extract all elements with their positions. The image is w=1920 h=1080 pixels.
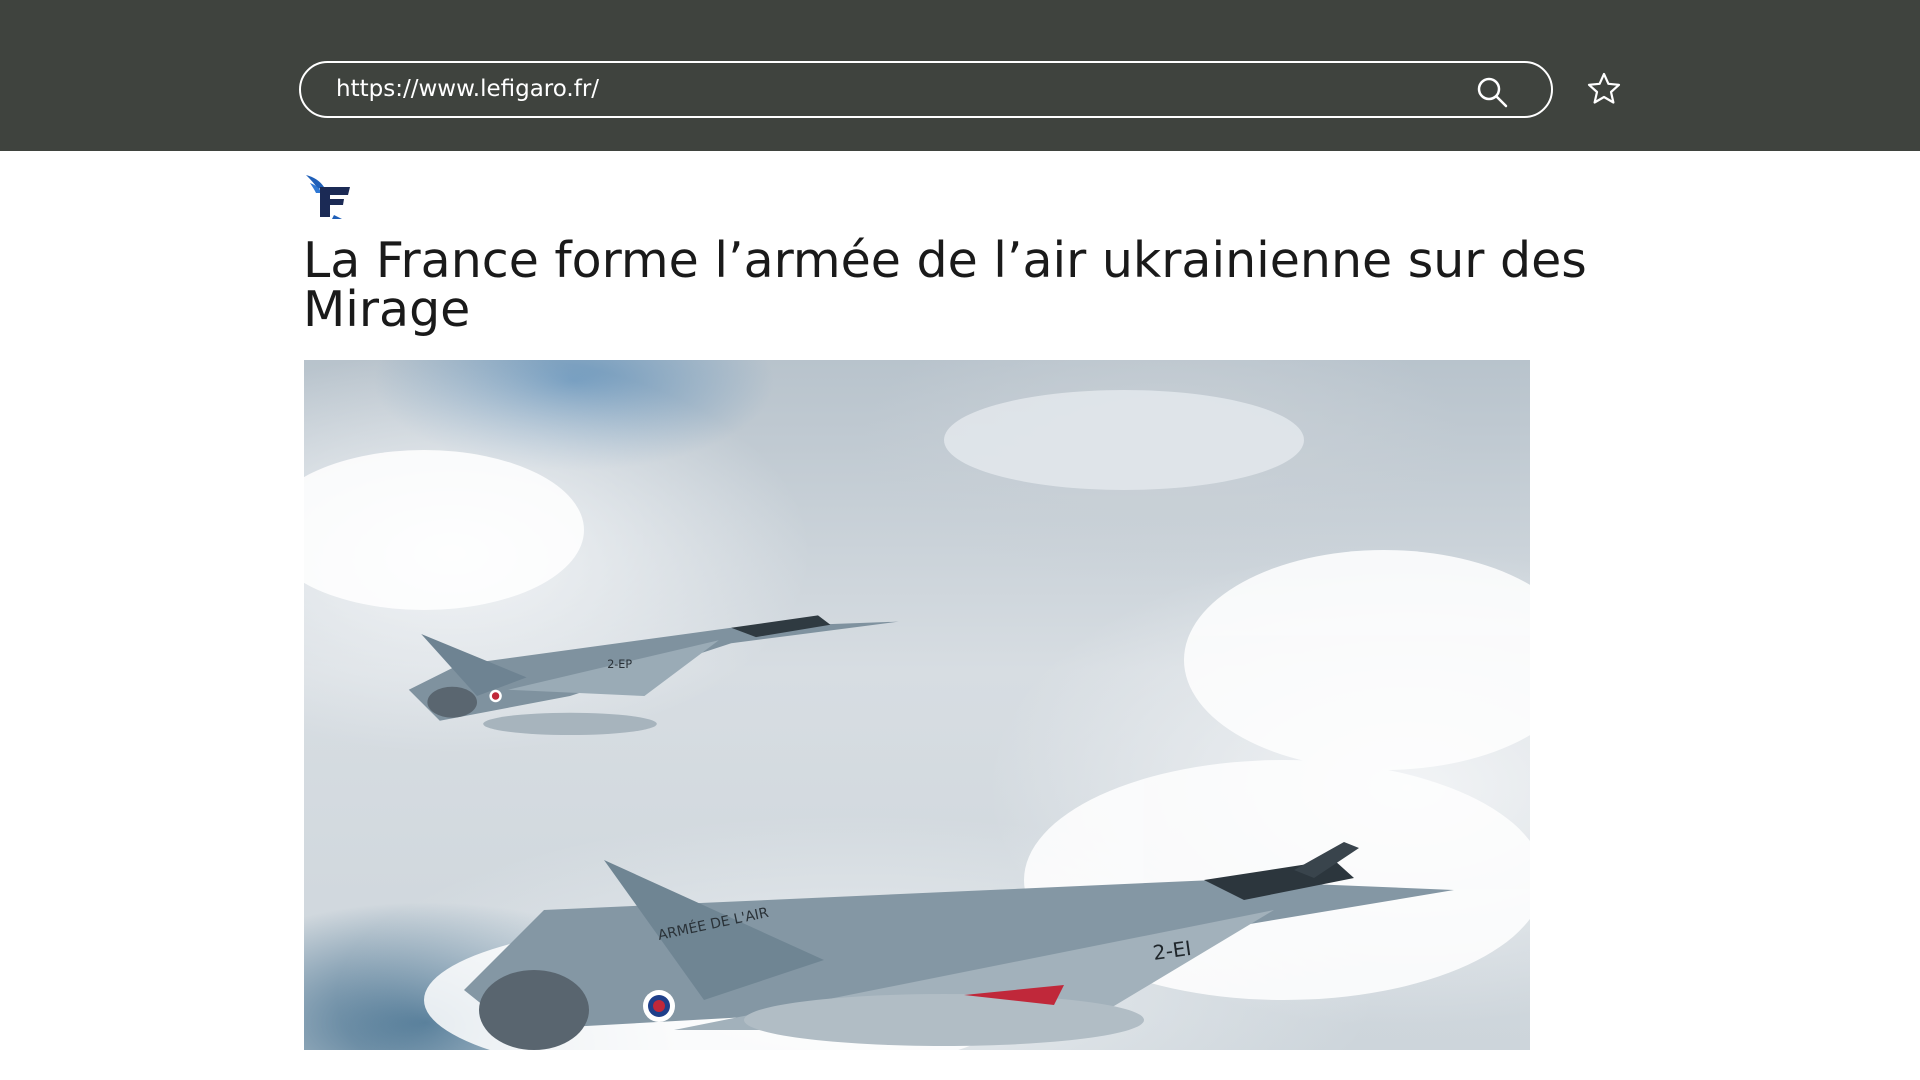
- address-bar[interactable]: https://www.lefigaro.fr/: [299, 61, 1553, 118]
- rear-jet-code: 2-EP: [607, 658, 632, 671]
- browser-toolbar: https://www.lefigaro.fr/: [0, 0, 1920, 151]
- article-headline: La France forme l’armée de l’air ukraini…: [303, 232, 1587, 338]
- search-icon[interactable]: [1475, 75, 1509, 109]
- le-figaro-logo[interactable]: [304, 173, 352, 219]
- star-icon[interactable]: [1586, 71, 1622, 107]
- rear-jet: 2-EP: [408, 615, 899, 736]
- mirage-jets-illustration: 2-EP ARMÉE DE L'AIR 2-EI: [304, 390, 1530, 1050]
- hero-image: 2-EP ARMÉE DE L'AIR 2-EI: [304, 360, 1530, 1050]
- url-text[interactable]: https://www.lefigaro.fr/: [336, 63, 599, 116]
